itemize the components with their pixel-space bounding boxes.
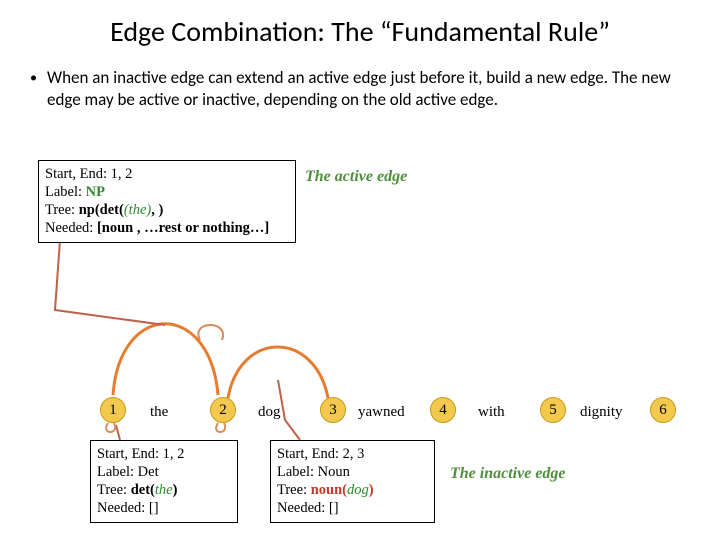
- det-edge-box: Start, End: 1, 2 Label: Det Tree: det(th…: [90, 440, 238, 523]
- t: [noun: [97, 220, 133, 236]
- t: Start, End: 1, 2: [97, 445, 231, 463]
- word-the: the: [150, 404, 168, 421]
- node-5: 5: [540, 397, 566, 423]
- t: Label: Noun: [277, 463, 428, 481]
- noun-edge-box: Start, End: 2, 3 Label: Noun Tree: noun(…: [270, 440, 435, 523]
- t: dog: [347, 482, 369, 498]
- inactive-edge-annotation: The inactive edge: [450, 465, 566, 483]
- t: the: [155, 482, 173, 498]
- word-with: with: [478, 404, 505, 421]
- t: Tree:: [277, 482, 311, 498]
- t: det(: [131, 482, 155, 498]
- node-3: 3: [320, 397, 346, 423]
- node-1: 1: [100, 397, 126, 423]
- t: 1, 2: [111, 166, 133, 182]
- t: (the): [124, 202, 151, 218]
- active-edge-box: Start, End: 1, 2 Label: NP Tree: np(det(…: [38, 160, 296, 243]
- t: ): [369, 482, 374, 498]
- node-6: 6: [650, 397, 676, 423]
- t: np(: [79, 202, 100, 218]
- t: noun(: [311, 482, 347, 498]
- t: Needed: []: [277, 499, 428, 517]
- t: Needed: []: [97, 499, 231, 517]
- t: NP: [86, 184, 105, 200]
- t: Label:: [45, 184, 86, 200]
- t: Tree:: [97, 482, 131, 498]
- t: Needed:: [45, 220, 97, 236]
- t: , ): [151, 202, 163, 218]
- t: Start, End:: [45, 166, 111, 182]
- t: ): [173, 482, 178, 498]
- t: Tree:: [45, 202, 79, 218]
- active-edge-annotation: The active edge: [305, 168, 407, 186]
- word-yawned: yawned: [358, 404, 405, 421]
- node-4: 4: [430, 397, 456, 423]
- t: det(: [100, 202, 124, 218]
- t: , …rest or nothing…]: [133, 220, 269, 236]
- t: Start, End: 2, 3: [277, 445, 428, 463]
- t: Label: Det: [97, 463, 231, 481]
- word-dog: dog: [258, 404, 281, 421]
- word-dignity: dignity: [580, 404, 623, 421]
- node-2: 2: [210, 397, 236, 423]
